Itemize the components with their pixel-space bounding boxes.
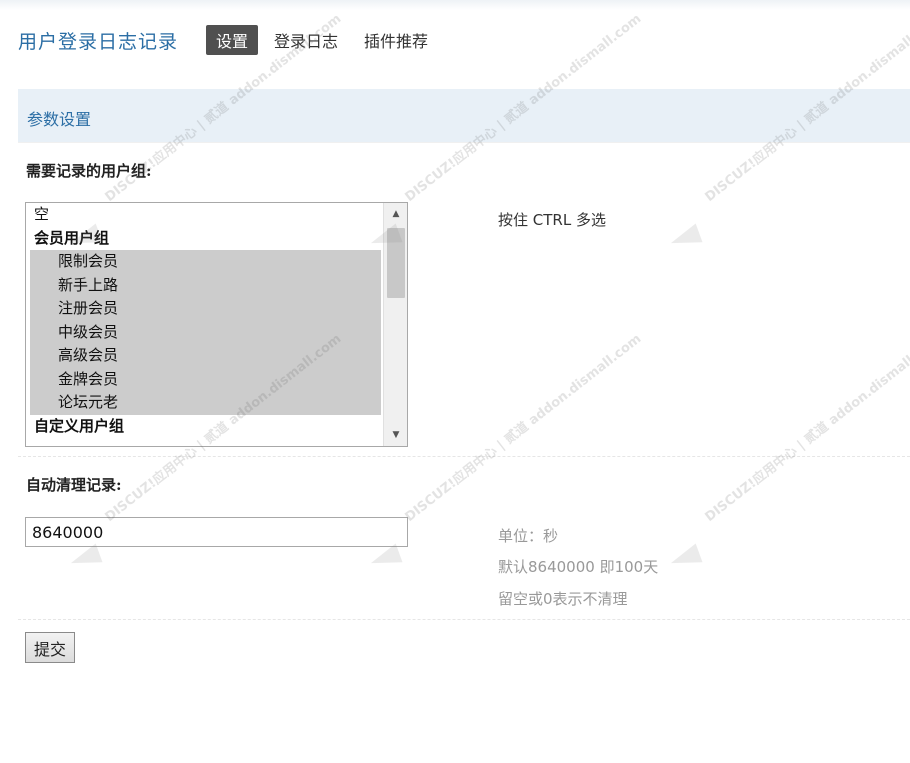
app-title: 用户登录日志记录	[18, 30, 179, 53]
list-item[interactable]: 空	[26, 203, 383, 227]
user-groups-select[interactable]: 空会员用户组限制会员 新手上路 注册会员 中级会员 高级会员 金牌会员 论坛元老 自定义用户组…	[25, 202, 408, 447]
user-groups-label: 需要记录的用户组:	[26, 162, 152, 180]
listbox-scrollbar[interactable]: ▲ ▼	[383, 203, 407, 446]
list-item[interactable]: 金牌会员	[30, 367, 381, 391]
default-hint: 默认8640000 即100天	[498, 558, 659, 576]
optgroup-label: 自定义用户组	[34, 416, 125, 435]
list-item[interactable]: 新手上路	[30, 273, 381, 297]
auto-clean-label: 自动清理记录:	[26, 476, 122, 494]
tab-plugin-recommend[interactable]: 插件推荐	[354, 25, 438, 55]
user-groups-options: 空会员用户组限制会员 新手上路 注册会员 中级会员 高级会员 金牌会员 论坛元老 自定义用户组	[26, 203, 383, 438]
list-item[interactable]: 高级会员	[30, 344, 381, 368]
list-item[interactable]: 限制会员	[30, 250, 381, 274]
watermark-logo: DISCUZ!应用中心 | 贰道 addon.dismall.com	[667, 331, 910, 590]
section-header: 参数设置	[18, 89, 910, 143]
divider	[18, 619, 910, 620]
multi-select-hint: 按住 CTRL 多选	[498, 211, 606, 229]
watermark-logo: DISCUZ!应用中心 | 贰道 addon.dismall.com	[667, 11, 910, 270]
scroll-thumb[interactable]	[387, 228, 405, 298]
list-item[interactable]: 中级会员	[30, 320, 381, 344]
list-item[interactable]: 注册会员	[30, 297, 381, 321]
top-shade	[0, 0, 910, 10]
scroll-up-icon[interactable]: ▲	[384, 203, 407, 225]
section-title: 参数设置	[27, 110, 92, 129]
tab-login-log[interactable]: 登录日志	[264, 25, 348, 55]
optgroup-label: 会员用户组	[34, 228, 110, 247]
scroll-down-icon[interactable]: ▼	[384, 424, 407, 446]
tab-settings[interactable]: 设置	[206, 25, 259, 55]
divider	[18, 456, 910, 457]
unit-hint: 单位：秒	[498, 527, 559, 545]
list-item[interactable]: 论坛元老	[30, 391, 381, 415]
empty-hint: 留空或0表示不清理	[498, 590, 628, 608]
header: 用户登录日志记录 设置 登录日志 插件推荐	[18, 24, 444, 56]
submit-button[interactable]: 提交	[25, 632, 76, 663]
auto-clean-input[interactable]	[25, 517, 408, 547]
